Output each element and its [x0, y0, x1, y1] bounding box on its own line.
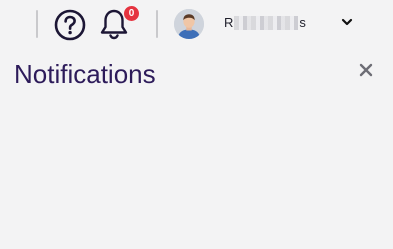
- notifications-button[interactable]: 0: [98, 6, 139, 40]
- notifications-list: [0, 96, 393, 249]
- user-name-redacted: [234, 16, 299, 30]
- top-bar: 0 R s: [0, 0, 393, 46]
- notification-count-badge: 0: [124, 6, 139, 21]
- close-icon[interactable]: [358, 62, 374, 78]
- user-name[interactable]: R s: [224, 14, 306, 32]
- divider: [36, 10, 38, 38]
- chevron-down-icon[interactable]: [340, 15, 354, 29]
- page-title: Notifications: [14, 59, 156, 89]
- user-name-last: s: [299, 15, 306, 30]
- avatar[interactable]: [174, 9, 204, 39]
- user-avatar-icon: [174, 9, 204, 39]
- user-name-first: R: [224, 15, 234, 30]
- help-icon[interactable]: [54, 9, 86, 41]
- divider: [156, 10, 158, 38]
